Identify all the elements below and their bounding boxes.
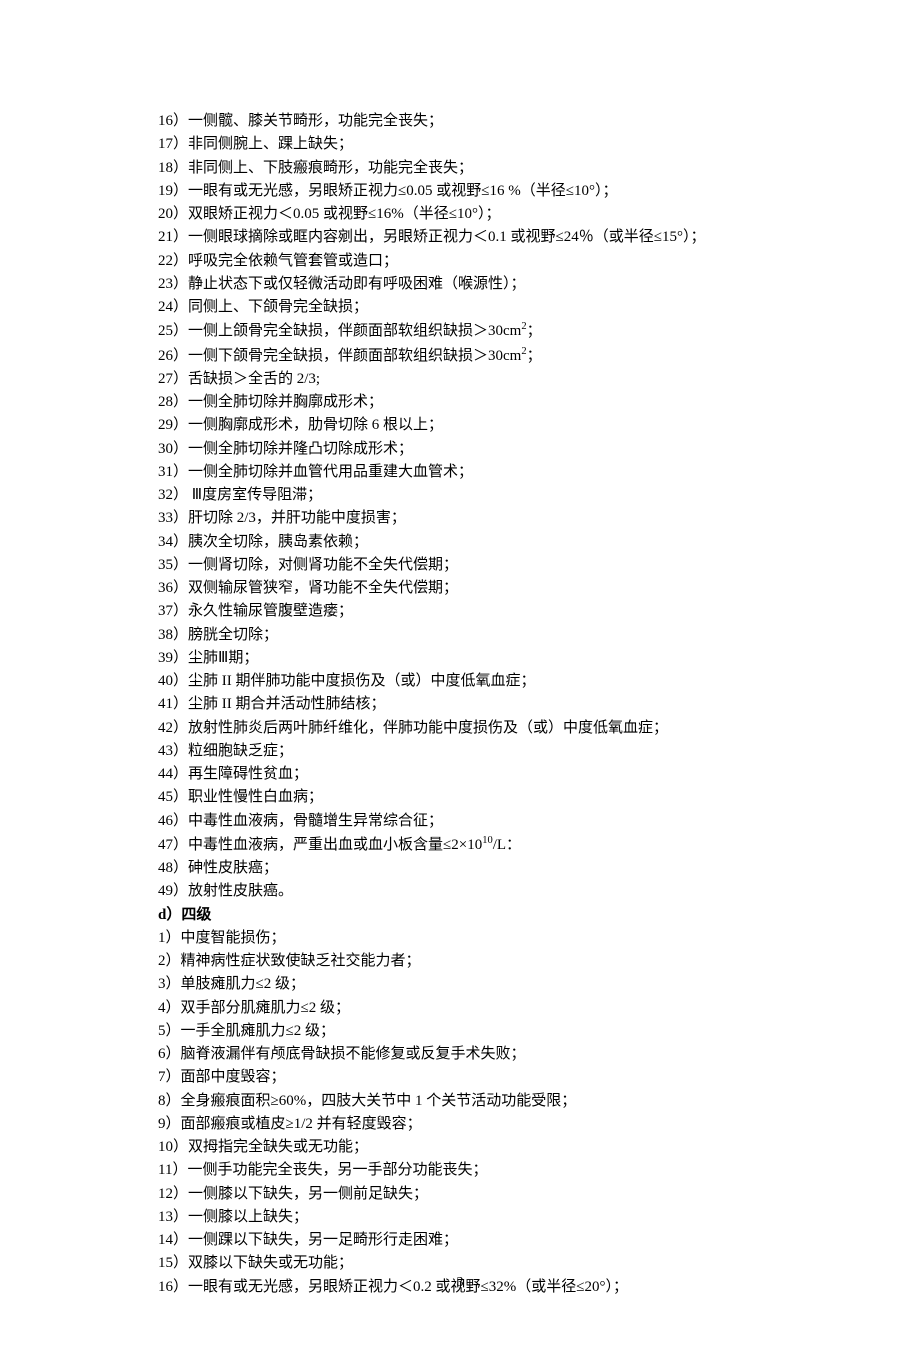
list-item: 41）尘肺 II 期合并活动性肺结核； bbox=[158, 693, 830, 716]
list-item: 24）同侧上、下颌骨完全缺损； bbox=[158, 296, 830, 319]
heading-text: 四级 bbox=[181, 907, 211, 923]
list-item: 32） Ⅲ度房室传导阻滞； bbox=[158, 484, 830, 507]
list-item: 26）一侧下颌骨完全缺损，伴颜面部软组织缺损＞30cm2； bbox=[158, 344, 830, 368]
list-item: 37）永久性输尿管腹壁造瘘； bbox=[158, 600, 830, 623]
list-item: 34）胰次全切除，胰岛素依赖； bbox=[158, 531, 830, 554]
list-item: 23）静止状态下或仅轻微活动即有呼吸困难（喉源性）； bbox=[158, 273, 830, 296]
list-item: 47）中毒性血液病，严重出血或血小板含量≤2×1010/L： bbox=[158, 833, 830, 857]
list-item: 6）脑脊液漏伴有颅底骨缺损不能修复或反复手术失败； bbox=[158, 1043, 830, 1066]
list-section-1: 16）一侧髋、膝关节畸形，功能完全丧失；17）非同侧腕上、踝上缺失；18）非同侧… bbox=[158, 110, 830, 904]
list-item: 25）一侧上颌骨完全缺损，伴颜面部软组织缺损＞30cm2； bbox=[158, 319, 830, 343]
list-item: 40）尘肺 II 期伴肺功能中度损伤及（或）中度低氧血症； bbox=[158, 670, 830, 693]
list-item: 12）一侧膝以下缺失，另一侧前足缺失； bbox=[158, 1183, 830, 1206]
list-item: 29）一侧胸廓成形术，肋骨切除 6 根以上； bbox=[158, 414, 830, 437]
list-item: 43）粒细胞缺乏症； bbox=[158, 740, 830, 763]
list-item: 8）全身瘢痕面积≥60%，四肢大关节中 1 个关节活动功能受限； bbox=[158, 1090, 830, 1113]
list-item: 45）职业性慢性白血病； bbox=[158, 786, 830, 809]
list-item: 27）舌缺损＞全舌的 2/3; bbox=[158, 368, 830, 391]
list-item: 46）中毒性血液病，骨髓增生异常综合征； bbox=[158, 810, 830, 833]
list-item: 21）一侧眼球摘除或眶内容剜出，另眼矫正视力＜0.1 或视野≤24％（或半径≤1… bbox=[158, 226, 830, 249]
document-page: 16）一侧髋、膝关节畸形，功能完全丧失；17）非同侧腕上、踝上缺失；18）非同侧… bbox=[0, 0, 920, 1349]
list-item: 10）双拇指完全缺失或无功能； bbox=[158, 1136, 830, 1159]
heading-level-d: d）四级 bbox=[158, 904, 830, 927]
list-item: 9）面部瘢痕或植皮≥1/2 并有轻度毁容； bbox=[158, 1113, 830, 1136]
list-item: 11）一侧手功能完全丧失，另一手部分功能丧失； bbox=[158, 1159, 830, 1182]
list-item: 2）精神病性症状致使缺乏社交能力者； bbox=[158, 950, 830, 973]
list-item: 13）一侧膝以上缺失； bbox=[158, 1206, 830, 1229]
list-item: 5）一手全肌瘫肌力≤2 级； bbox=[158, 1020, 830, 1043]
list-item: 39）尘肺Ⅲ期； bbox=[158, 647, 830, 670]
list-item: 48）砷性皮肤癌； bbox=[158, 857, 830, 880]
page-number: 3 bbox=[0, 1272, 920, 1294]
list-section-2: 1）中度智能损伤；2）精神病性症状致使缺乏社交能力者；3）单肢瘫肌力≤2 级；4… bbox=[158, 927, 830, 1299]
list-item: 33）肝切除 2/3，并肝功能中度损害； bbox=[158, 507, 830, 530]
list-item: 22）呼吸完全依赖气管套管或造口； bbox=[158, 250, 830, 273]
list-item: 36）双侧输尿管狭窄，肾功能不全失代偿期； bbox=[158, 577, 830, 600]
list-item: 49）放射性皮肤癌。 bbox=[158, 880, 830, 903]
list-item: 17）非同侧腕上、踝上缺失； bbox=[158, 133, 830, 156]
list-item: 38）膀胱全切除； bbox=[158, 624, 830, 647]
heading-label: d bbox=[158, 907, 166, 923]
list-item: 35）一侧肾切除，对侧肾功能不全失代偿期； bbox=[158, 554, 830, 577]
list-item: 44）再生障碍性贫血； bbox=[158, 763, 830, 786]
list-item: 7）面部中度毁容； bbox=[158, 1066, 830, 1089]
list-item: 42）放射性肺炎后两叶肺纤维化，伴肺功能中度损伤及（或）中度低氧血症； bbox=[158, 717, 830, 740]
list-item: 18）非同侧上、下肢瘢痕畸形，功能完全丧失； bbox=[158, 157, 830, 180]
list-item: 19）一眼有或无光感，另眼矫正视力≤0.05 或视野≤16 %（半径≤10°）； bbox=[158, 180, 830, 203]
list-item: 4）双手部分肌瘫肌力≤2 级； bbox=[158, 997, 830, 1020]
list-item: 16）一侧髋、膝关节畸形，功能完全丧失； bbox=[158, 110, 830, 133]
list-item: 3）单肢瘫肌力≤2 级； bbox=[158, 973, 830, 996]
list-item: 31）一侧全肺切除并血管代用品重建大血管术； bbox=[158, 461, 830, 484]
list-item: 28）一侧全肺切除并胸廓成形术； bbox=[158, 391, 830, 414]
list-item: 1）中度智能损伤； bbox=[158, 927, 830, 950]
list-item: 30）一侧全肺切除并隆凸切除成形术； bbox=[158, 438, 830, 461]
list-item: 14）一侧踝以下缺失，另一足畸形行走困难； bbox=[158, 1229, 830, 1252]
list-item: 20）双眼矫正视力＜0.05 或视野≤16%（半径≤10°）； bbox=[158, 203, 830, 226]
